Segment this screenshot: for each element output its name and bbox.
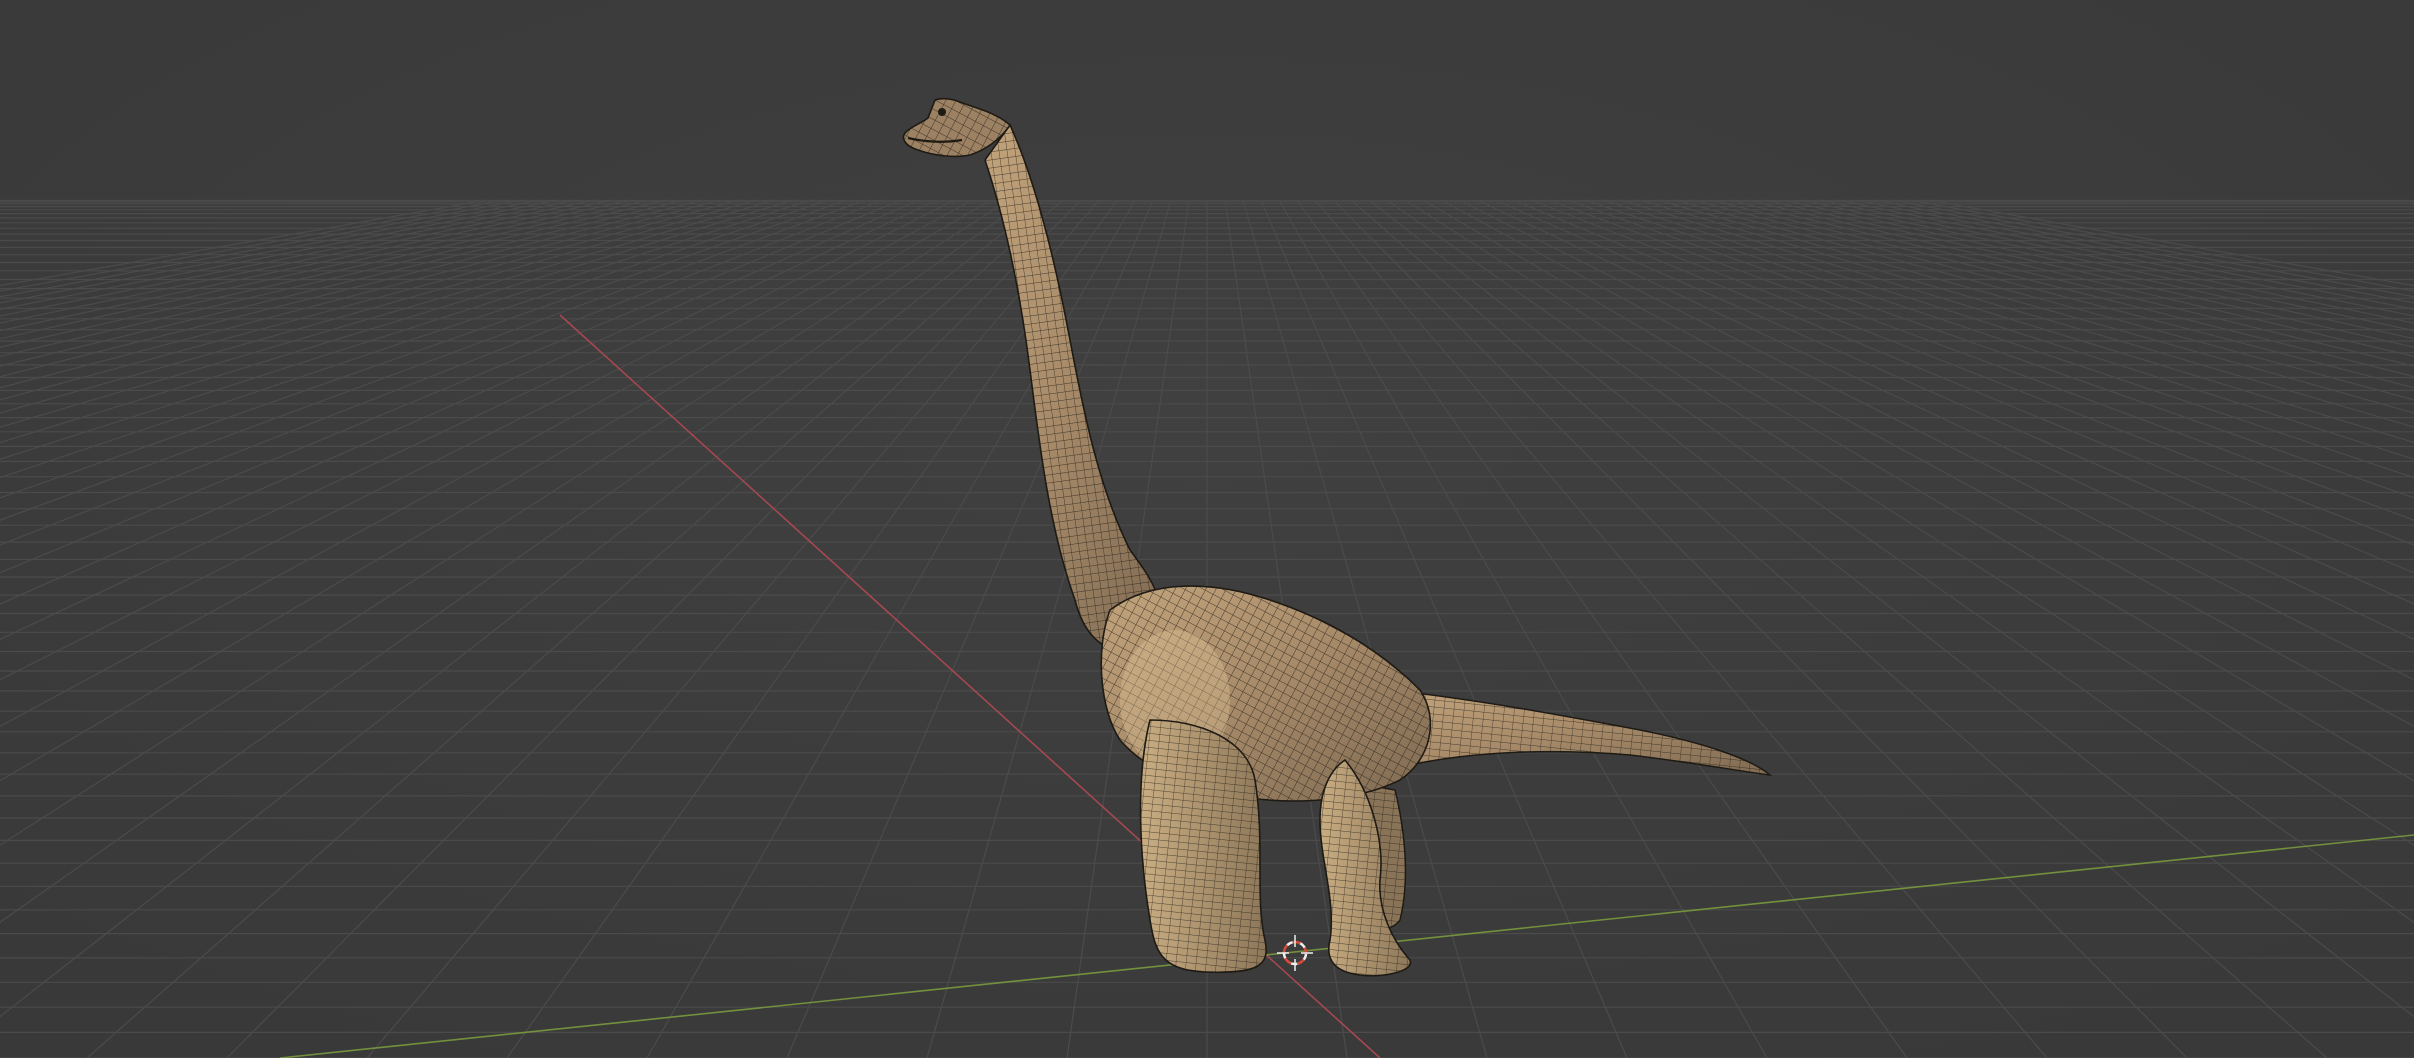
3d-viewport[interactable]: [0, 0, 2414, 1058]
viewport-canvas[interactable]: [0, 0, 2414, 1058]
eye: [938, 108, 946, 116]
